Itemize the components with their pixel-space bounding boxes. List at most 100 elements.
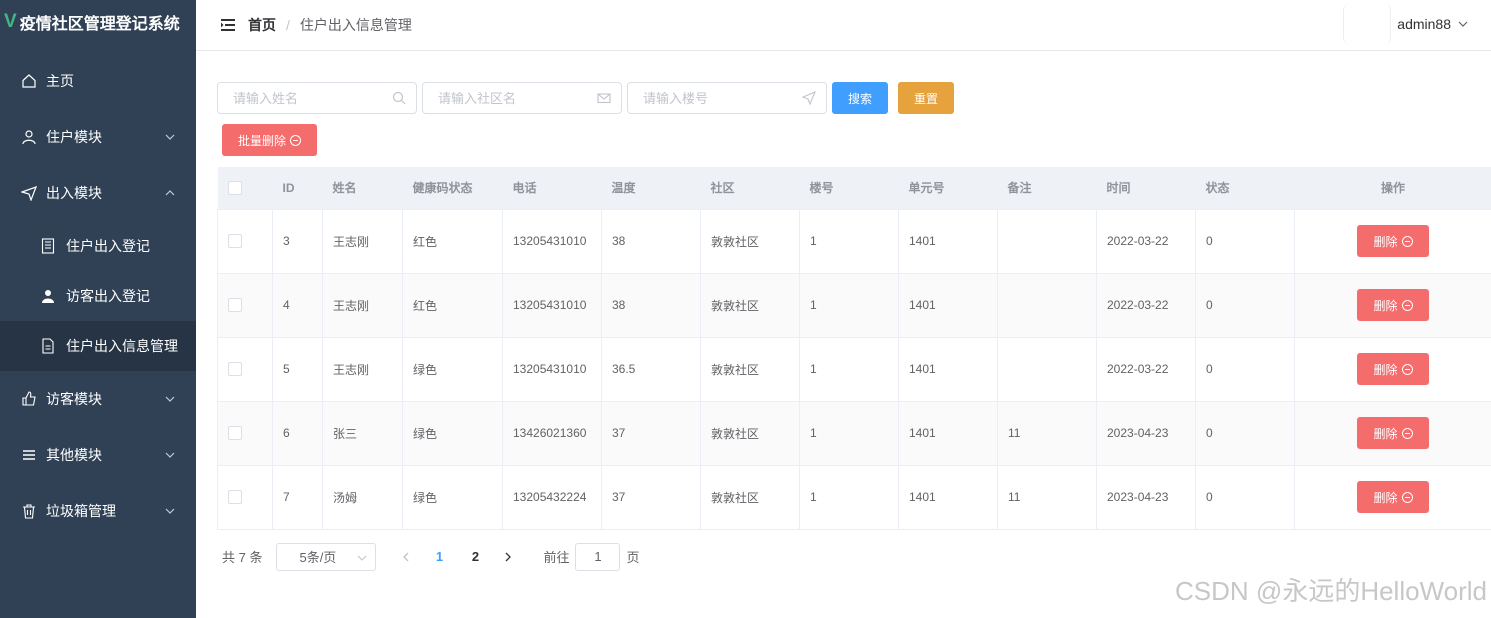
cell-building: 1 [799, 209, 899, 274]
cell-name: 王志刚 [322, 337, 403, 402]
column-header: 电话 [502, 167, 602, 210]
cell-id: 6 [272, 401, 323, 466]
cell-temp: 38 [601, 209, 701, 274]
cell-note: 11 [997, 401, 1097, 466]
sidebar-item-resident-access-info[interactable]: 住户出入信息管理 [0, 321, 196, 371]
cell-time: 2023-04-23 [1096, 401, 1196, 466]
thumb-icon [20, 390, 38, 408]
sidebar-item-residents[interactable]: 住户模块 [0, 109, 196, 165]
remove-outline-icon [290, 134, 301, 146]
breadcrumb-current: 住户出入信息管理 [299, 17, 412, 33]
cell-unit: 1401 [898, 465, 998, 530]
sidebar-item-visitor-access-register[interactable]: 访客出入登记 [0, 271, 196, 321]
page-size-select[interactable]: 5条/页 [276, 542, 377, 571]
row-select-cell [217, 273, 273, 338]
breadcrumb: 首页 / 住户出入信息管理 [248, 15, 412, 35]
cell-health: 绿色 [402, 401, 503, 466]
reset-button[interactable]: 重置 [898, 82, 954, 114]
cell-building: 1 [799, 401, 899, 466]
sidebar-item-visitors[interactable]: 访客模块 [0, 371, 196, 427]
batch-delete-label: 批量删除 [237, 133, 286, 148]
remove-outline-icon [1401, 235, 1413, 247]
cell-community: 敦敦社区 [700, 401, 800, 466]
cell-id: 3 [272, 209, 323, 274]
sidebar-item-label: 访客出入登记 [66, 288, 150, 304]
cell-name: 王志刚 [322, 273, 403, 338]
username[interactable]: admin88 [1397, 16, 1451, 32]
watermark: CSDN @永远的HelloWorld [1175, 576, 1487, 606]
cell-unit: 1401 [898, 209, 998, 274]
chevron-down-icon [165, 508, 175, 514]
remove-outline-icon [1401, 427, 1413, 439]
cell-name: 汤姆 [322, 465, 403, 530]
cell-actions: 删除 [1294, 465, 1491, 530]
sidebar-item-access[interactable]: 出入模块 [0, 165, 196, 221]
cell-unit: 1401 [898, 273, 998, 338]
search-bar: 搜索 重置 [217, 82, 1491, 114]
delete-button[interactable]: 删除 [1357, 289, 1429, 321]
pagination-total: 共 7 条 [222, 550, 263, 565]
prev-page-button[interactable] [391, 543, 421, 571]
cell-health: 红色 [402, 209, 503, 274]
delete-button[interactable]: 删除 [1357, 353, 1429, 385]
chevron-up-icon [165, 190, 175, 196]
cell-note: 11 [997, 465, 1097, 530]
building-search-input[interactable] [628, 83, 826, 113]
page-number-2[interactable]: 2 [457, 549, 493, 564]
table-row: 5 王志刚 绿色 13205431010 36.5 敦敦社区 1 1401 20… [217, 337, 1491, 402]
cell-status: 0 [1195, 273, 1295, 338]
row-checkbox[interactable] [228, 490, 242, 505]
batch-delete-button[interactable]: 批量删除 [222, 124, 317, 156]
sidebar-item-home[interactable]: 主页 [0, 53, 196, 109]
next-page-button[interactable] [493, 543, 523, 571]
sidebar-item-other[interactable]: 其他模块 [0, 427, 196, 483]
sidebar-item-label: 访客模块 [46, 391, 102, 407]
delete-button[interactable]: 删除 [1357, 481, 1429, 513]
sidebar-item-resident-access-register[interactable]: 住户出入登记 [0, 221, 196, 271]
goto-suffix: 页 [626, 550, 640, 565]
cell-name: 王志刚 [322, 209, 403, 274]
cell-note [997, 337, 1097, 402]
delete-label: 删除 [1373, 490, 1398, 505]
building-search-field [627, 82, 827, 114]
goto-page-input[interactable] [575, 542, 621, 571]
app-brand: V 疫情社区管理登记系统 [0, 0, 196, 44]
row-checkbox[interactable] [228, 426, 242, 441]
hamburger-icon[interactable] [218, 15, 238, 35]
page-number-1[interactable]: 1 [421, 549, 457, 564]
cell-temp: 37 [601, 401, 701, 466]
cell-temp: 37 [601, 465, 701, 530]
chevron-down-icon [358, 555, 367, 561]
cell-actions: 删除 [1294, 273, 1491, 338]
cell-building: 1 [799, 273, 899, 338]
cell-id: 7 [272, 465, 323, 530]
select-all-checkbox[interactable] [227, 181, 242, 196]
home-icon [20, 72, 38, 90]
sidebar-item-label: 垃圾箱管理 [46, 503, 116, 519]
cell-time: 2022-03-22 [1096, 337, 1196, 402]
column-header: 社区 [700, 167, 800, 210]
sidebar-item-label: 出入模块 [46, 185, 102, 201]
chevron-down-icon [165, 134, 175, 140]
cell-time: 2022-03-22 [1096, 273, 1196, 338]
row-checkbox[interactable] [228, 362, 242, 377]
user-dropdown[interactable]: admin88 [1343, 4, 1469, 44]
row-checkbox[interactable] [228, 234, 242, 249]
sidebar-item-label: 其他模块 [46, 447, 102, 463]
breadcrumb-home[interactable]: 首页 [248, 15, 276, 35]
select-all-cell [217, 167, 273, 210]
sidebar-item-trash[interactable]: 垃圾箱管理 [0, 483, 196, 539]
column-header: 单元号 [898, 167, 998, 210]
search-button[interactable]: 搜索 [832, 82, 888, 114]
document-icon [40, 338, 56, 354]
avatar[interactable] [1343, 4, 1392, 44]
community-search-field [422, 82, 622, 114]
chevron-left-icon [403, 552, 409, 561]
user-icon [20, 128, 38, 146]
delete-button[interactable]: 删除 [1357, 225, 1429, 257]
sidebar-item-label: 住户出入登记 [66, 238, 150, 254]
delete-button[interactable]: 删除 [1357, 417, 1429, 449]
name-search-input[interactable] [218, 83, 416, 113]
row-checkbox[interactable] [228, 298, 242, 313]
community-search-input[interactable] [423, 83, 621, 113]
